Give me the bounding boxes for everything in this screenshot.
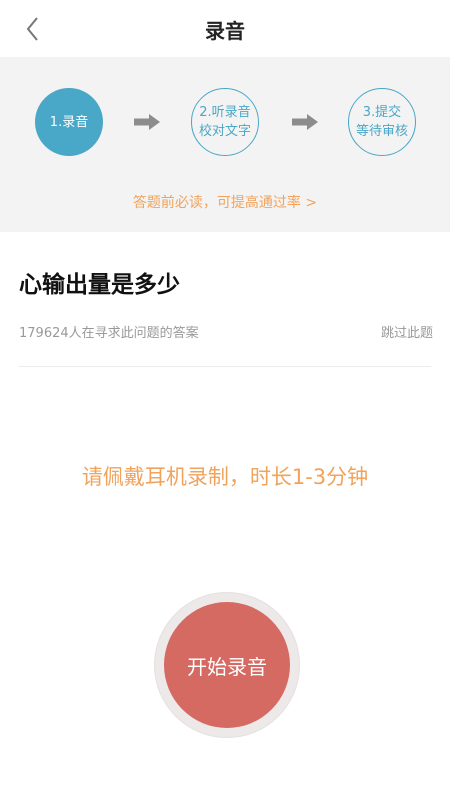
step-record-label: 1.录音 — [49, 114, 89, 130]
question-title: 心输出量是多少 — [19, 272, 180, 298]
divider — [19, 366, 431, 367]
read-before-answer-link[interactable]: 答题前必读，可提高通过率 > — [0, 192, 450, 212]
header-bar: 录音 — [0, 0, 450, 57]
skip-question-button[interactable]: 跳过此题 — [381, 322, 433, 341]
steps-panel: 1.录音 2.听录音 校对文字 3.提交 等待审核 答题前必读，可提高通过率 > — [0, 57, 450, 232]
step-record: 1.录音 — [35, 88, 103, 156]
step-proofread-label: 2.听录音 校对文字 — [198, 105, 251, 139]
recording-instruction: 请佩戴耳机录制，时长1-3分钟 — [81, 465, 369, 489]
step-proofread: 2.听录音 校对文字 — [191, 88, 259, 156]
seek-count-text: 179624人在寻求此问题的答案 — [19, 326, 199, 341]
step-submit-label: 3.提交 等待审核 — [355, 105, 408, 139]
start-recording-button[interactable]: 开始录音 — [164, 602, 290, 728]
step-submit: 3.提交 等待审核 — [348, 88, 416, 156]
arrow-right-icon — [134, 114, 160, 130]
page-title: 录音 — [205, 19, 245, 43]
arrow-right-icon — [292, 114, 318, 130]
